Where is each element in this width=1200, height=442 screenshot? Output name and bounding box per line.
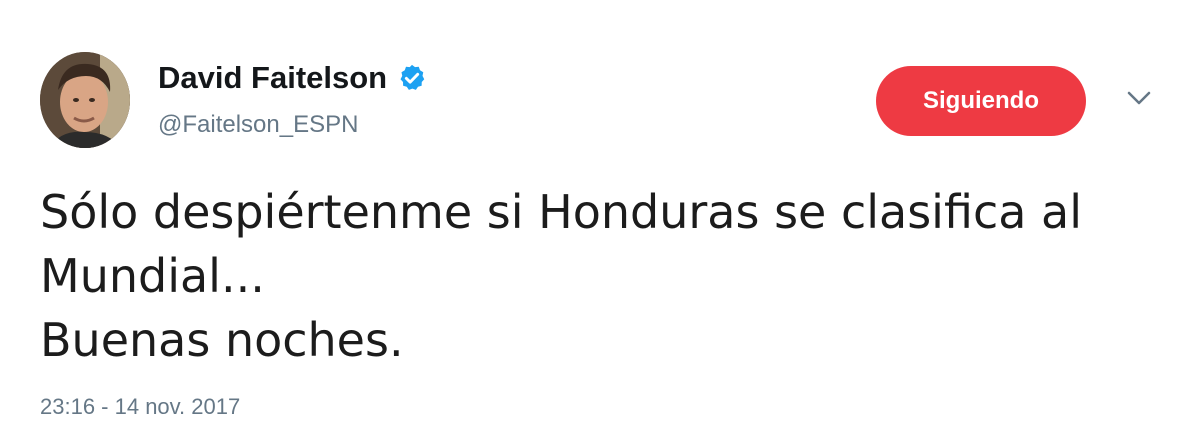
display-name-text[interactable]: David Faitelson <box>158 60 387 96</box>
tweet-text-line: Mundial... <box>40 249 265 303</box>
user-handle[interactable]: @Faitelson_ESPN <box>158 111 358 139</box>
chevron-down-icon[interactable] <box>1126 88 1152 108</box>
display-name[interactable]: David Faitelson <box>158 60 427 96</box>
avatar[interactable] <box>40 52 130 148</box>
tweet-text: Sólo despiértenme si Honduras se clasifi… <box>40 180 1170 372</box>
tweet-text-line: Buenas noches. <box>40 313 404 367</box>
verified-badge-icon <box>397 63 427 93</box>
tweet-timestamp[interactable]: 23:16 - 14 nov. 2017 <box>40 394 240 420</box>
tweet-card: David Faitelson @Faitelson_ESPN Siguiend… <box>0 0 1200 442</box>
tweet-text-line: Sólo despiértenme si Honduras se clasifi… <box>40 185 1083 239</box>
following-button[interactable]: Siguiendo <box>876 66 1086 136</box>
